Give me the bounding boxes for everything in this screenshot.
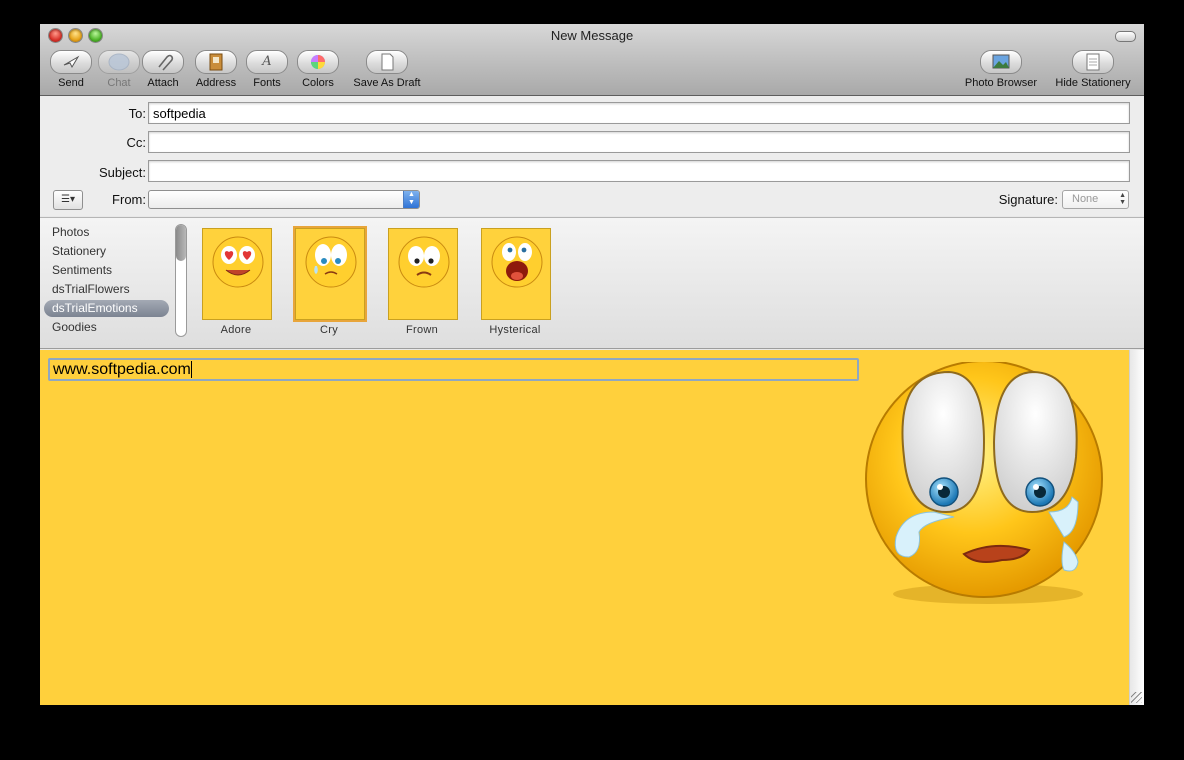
cc-field[interactable] (148, 131, 1130, 153)
category-dstrialemotions[interactable]: dsTrialEmotions (44, 300, 169, 317)
scroll-thumb[interactable] (176, 225, 186, 261)
category-photos[interactable]: Photos (44, 224, 169, 241)
resize-grip-icon[interactable] (1131, 692, 1142, 703)
signature-popup[interactable]: None ▲ ▼ (1062, 190, 1129, 209)
save-as-draft-button[interactable]: Save As Draft (348, 50, 426, 89)
stationery-adore-label: Adore (220, 324, 252, 336)
address-book-icon (195, 50, 237, 74)
from-label: From: (112, 192, 146, 207)
paper-plane-icon (50, 50, 92, 74)
fonts-label: Fonts (253, 77, 281, 89)
popup-arrows-icon: ▲ ▼ (403, 191, 419, 208)
title-toolbar: New Message Send Chat Attach Address A F… (40, 24, 1144, 96)
stationery-hysterical-label: Hysterical (489, 324, 541, 336)
send-button[interactable]: Send (50, 50, 92, 89)
from-value (149, 195, 153, 207)
stepper-arrows-icon: ▲ ▼ (1119, 192, 1126, 206)
stationery-frown[interactable] (388, 228, 458, 320)
attach-label: Attach (147, 77, 179, 89)
category-sentiments[interactable]: Sentiments (44, 262, 169, 279)
message-header: To: softpedia Cc: Subject: ☰▾ From: ▲ ▼ S… (40, 96, 1144, 216)
to-label: To: (128, 106, 146, 121)
list-icon: ☰▾ (61, 194, 75, 205)
address-label: Address (195, 77, 237, 89)
document-icon (366, 50, 408, 74)
window-title: New Message (550, 28, 634, 43)
save-as-draft-label: Save As Draft (353, 77, 421, 89)
cry-emoticon-image (865, 362, 1103, 604)
cc-label: Cc: (126, 135, 147, 150)
cry-face-icon (305, 236, 357, 288)
address-button[interactable]: Address (193, 50, 239, 89)
chat-button[interactable]: Chat (98, 50, 140, 89)
stationery-hysterical[interactable] (481, 228, 551, 320)
category-goodies[interactable]: Goodies (44, 319, 169, 336)
stationery-icon (1072, 50, 1114, 74)
category-dstrialflowers[interactable]: dsTrialFlowers (44, 281, 169, 298)
message-body[interactable]: www.softpedia.com (40, 350, 1144, 705)
text-caret (190, 361, 192, 379)
photo-browser-label: Photo Browser (964, 77, 1038, 89)
body-text-field[interactable]: www.softpedia.com (48, 358, 859, 381)
to-field[interactable]: softpedia (148, 102, 1130, 124)
hide-stationery-button[interactable]: Hide Stationery (1050, 50, 1136, 89)
body-scrollbar[interactable] (1129, 350, 1144, 705)
stationery-cry[interactable] (293, 226, 367, 322)
color-wheel-icon (297, 50, 339, 74)
toolbar-toggle-button[interactable] (1115, 31, 1136, 42)
paperclip-icon (142, 50, 184, 74)
stationery-pane: Photos Stationery Sentiments dsTrialFlow… (40, 217, 1144, 349)
colors-label: Colors (302, 77, 334, 89)
attach-button[interactable]: Attach (142, 50, 184, 89)
body-text: www.softpedia.com (53, 361, 191, 378)
frown-face-icon (398, 236, 450, 288)
photo-browser-button[interactable]: Photo Browser (960, 50, 1042, 89)
font-a-icon: A (246, 50, 288, 74)
colors-button[interactable]: Colors (297, 50, 339, 89)
stationery-frown-label: Frown (405, 324, 439, 336)
subject-label: Subject: (99, 165, 146, 180)
header-options-menu[interactable]: ☰▾ (53, 190, 83, 210)
new-message-window: New Message Send Chat Attach Address A F… (40, 24, 1144, 705)
category-scrollbar[interactable] (175, 224, 187, 337)
fonts-button[interactable]: A Fonts (246, 50, 288, 89)
stationery-adore[interactable] (202, 228, 272, 320)
hide-stationery-label: Hide Stationery (1055, 77, 1131, 89)
from-popup[interactable]: ▲ ▼ (148, 190, 420, 209)
photo-icon (980, 50, 1022, 74)
chat-label: Chat (107, 77, 131, 89)
subject-field[interactable] (148, 160, 1130, 182)
stationery-cry-label: Cry (319, 324, 338, 336)
category-stationery[interactable]: Stationery (44, 243, 169, 260)
signature-value: None (1072, 193, 1099, 205)
chat-bubble-icon (98, 50, 140, 74)
send-label: Send (58, 77, 84, 89)
adore-face-icon (212, 236, 264, 288)
signature-label: Signature: (998, 192, 1058, 207)
hysterical-face-icon (491, 236, 543, 288)
